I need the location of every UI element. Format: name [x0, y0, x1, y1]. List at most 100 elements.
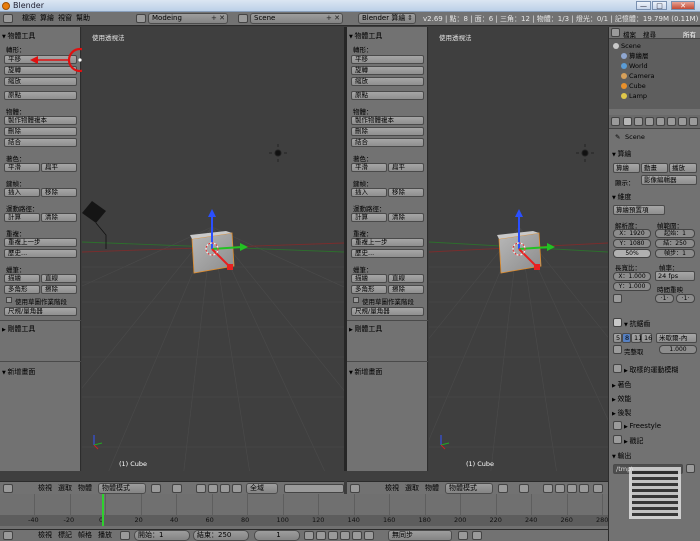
shading-icon[interactable]	[498, 484, 508, 493]
keying-set-icon[interactable]	[472, 531, 482, 540]
history-button[interactable]: 歷史...	[351, 249, 424, 258]
editor-type-icon[interactable]	[611, 117, 620, 126]
draw-button[interactable]: 描繪	[351, 274, 387, 283]
3d-viewport-right[interactable]: 使用透視法 (1) Cube	[429, 27, 608, 471]
antialiasing-panel-header[interactable]: 抗鋸齒	[624, 319, 650, 329]
aa-samples-16[interactable]: 16	[641, 333, 652, 343]
editor-type-icon[interactable]	[3, 531, 13, 540]
line-button[interactable]: 直線	[388, 274, 424, 283]
current-frame-indicator[interactable]	[102, 494, 104, 526]
line-button[interactable]: 直線	[41, 274, 77, 283]
delete-button[interactable]: 刪除	[351, 127, 424, 136]
menu-select[interactable]: 選取	[405, 484, 419, 493]
object-tools-header[interactable]: 物體工具	[349, 31, 382, 41]
prev-key-icon[interactable]	[316, 531, 326, 540]
erase-button[interactable]: 擦除	[41, 285, 77, 294]
rotate-icon[interactable]	[567, 484, 577, 493]
jump-start-icon[interactable]	[304, 531, 314, 540]
constraints-tab-icon[interactable]	[678, 117, 687, 126]
join-button[interactable]: 結合	[351, 138, 424, 147]
outliner-item-cube[interactable]: Cube	[621, 81, 700, 91]
display-select[interactable]: 影像編輯器	[641, 175, 697, 185]
close-button[interactable]: ✕	[671, 1, 695, 10]
frame-step-field[interactable]: 幀步：1	[655, 249, 695, 258]
world-tab-icon[interactable]	[656, 117, 665, 126]
aspect-y-field[interactable]: Y：1.000	[613, 282, 651, 291]
outliner-item-renderlayers[interactable]: 算繪層	[621, 51, 700, 61]
play-rendered-button[interactable]: 播放	[669, 163, 697, 173]
menu-help[interactable]: 幫助	[76, 14, 90, 23]
stamp-checkbox[interactable]	[613, 435, 622, 444]
draw-button[interactable]: 描繪	[4, 274, 40, 283]
resolution-x-field[interactable]: X：1920	[613, 229, 651, 238]
antialiasing-checkbox[interactable]	[613, 318, 622, 327]
translate-icon[interactable]	[555, 484, 565, 493]
post-processing-panel-header[interactable]: 後製	[612, 408, 631, 418]
outliner-item-lamp[interactable]: Lamp	[621, 91, 700, 101]
history-button[interactable]: 歷史...	[4, 249, 77, 258]
sketch-session-checkbox[interactable]	[6, 297, 12, 303]
3d-viewport-left[interactable]: 使用透視法 (1) Cube	[82, 27, 344, 471]
full-sample-checkbox[interactable]	[613, 345, 622, 354]
aa-size-field[interactable]: 1.000	[659, 345, 697, 354]
flat-button[interactable]: 扁平	[41, 163, 77, 172]
aspect-x-field[interactable]: X：1.000	[613, 272, 651, 281]
poly-button[interactable]: 多角形	[351, 285, 387, 294]
maximize-button[interactable]: □	[652, 1, 667, 10]
layout-icon[interactable]	[136, 14, 146, 23]
editor-type-icon[interactable]	[611, 28, 620, 37]
render-tab-icon[interactable]	[623, 117, 632, 126]
aa-filter-select[interactable]: 米歇爾-內	[656, 333, 697, 343]
outliner-search-label[interactable]: 搜尋	[643, 29, 656, 39]
render-preset-select[interactable]: 算繪預置項	[613, 205, 665, 215]
duplicate-button[interactable]: 製作物體複本	[4, 116, 77, 125]
menu-file[interactable]: 檔案	[22, 14, 36, 23]
remove-keyframe-button[interactable]: 移除	[388, 188, 424, 197]
menu-view[interactable]: 檢視	[38, 531, 52, 540]
delete-button[interactable]: 刪除	[4, 127, 77, 136]
remove-keyframe-button[interactable]: 移除	[41, 188, 77, 197]
layer-buttons[interactable]	[284, 484, 344, 493]
orientation-select[interactable]: 全域	[246, 483, 278, 494]
freestyle-checkbox[interactable]	[613, 421, 622, 430]
operator-panel-header[interactable]: 新增畫面	[2, 367, 35, 377]
frame-end-field[interactable]: 結：250	[655, 239, 695, 248]
play-reverse-icon[interactable]	[328, 531, 338, 540]
duplicate-button[interactable]: 製作物體複本	[351, 116, 424, 125]
outliner-menu-view[interactable]: 檔案	[623, 29, 636, 39]
origin-button[interactable]: 原點	[4, 91, 77, 100]
timeline[interactable]: -40-200204060801001201401601802002202402…	[0, 494, 608, 529]
render-layers-tab-icon[interactable]	[634, 117, 643, 126]
poly-button[interactable]: 多角形	[4, 285, 40, 294]
scene-select[interactable]: Scene + ✕	[250, 13, 343, 24]
menu-playback[interactable]: 播放	[98, 531, 112, 540]
translate-button[interactable]: 平移	[351, 55, 424, 64]
editor-type-icon[interactable]	[3, 484, 13, 493]
resolution-percent-field[interactable]: 50%	[613, 249, 651, 258]
motion-blur-panel-header[interactable]: 取樣的運動模糊	[624, 365, 678, 375]
render-panel-header[interactable]: 算繪	[612, 149, 631, 159]
orientation-icon[interactable]	[593, 484, 603, 493]
output-panel-header[interactable]: 輸出	[612, 451, 631, 461]
rigid-body-header[interactable]: 剛體工具	[2, 324, 35, 334]
scale-icon[interactable]	[579, 484, 589, 493]
menu-render[interactable]: 算繪	[40, 14, 54, 23]
rigid-body-header[interactable]: 剛體工具	[349, 324, 382, 334]
aa-samples-8[interactable]: 8	[622, 333, 631, 343]
scale-button[interactable]: 縮放	[351, 77, 424, 86]
end-frame-field[interactable]: 結束：250	[193, 530, 249, 541]
menu-view[interactable]: 檢視	[385, 484, 399, 493]
next-key-icon[interactable]	[352, 531, 362, 540]
menu-window[interactable]: 視窗	[58, 14, 72, 23]
jump-end-icon[interactable]	[364, 531, 374, 540]
scene-icon[interactable]	[238, 14, 248, 23]
stamp-panel-header[interactable]: 戳記	[624, 436, 643, 446]
object-tab-icon[interactable]	[667, 117, 676, 126]
smooth-button[interactable]: 平滑	[4, 163, 40, 172]
pin-icon[interactable]: ✎	[615, 133, 620, 141]
origin-button[interactable]: 原點	[351, 91, 424, 100]
current-frame-field[interactable]: 1	[254, 530, 300, 541]
insert-keyframe-button[interactable]: 插入	[351, 188, 387, 197]
scene-tab-icon[interactable]	[645, 117, 654, 126]
outliner-item-scene[interactable]: Scene	[613, 41, 700, 51]
